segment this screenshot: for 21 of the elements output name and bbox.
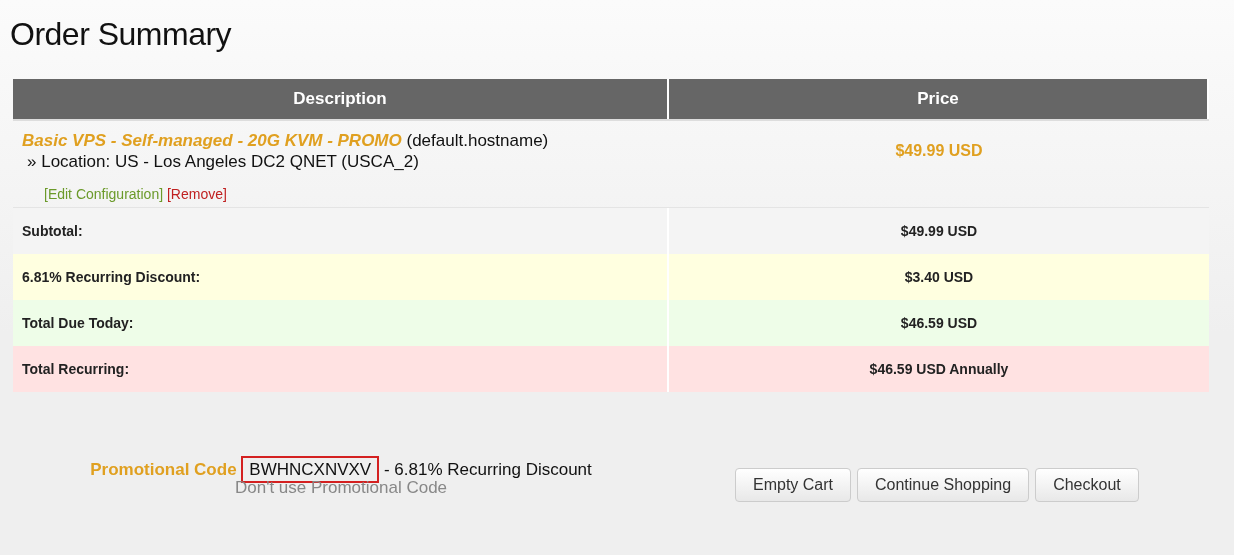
summary-value: $46.59 USD (900, 315, 978, 331)
remove-link[interactable]: [Remove] (166, 186, 227, 202)
page-title: Order Summary (9, 15, 233, 54)
column-header: Description (13, 79, 669, 119)
column-header: Price (669, 79, 1209, 119)
cart-button[interactable]: Checkout (1035, 468, 1139, 502)
promo-label: Promotional Code (90, 460, 237, 479)
summary-label: Subtotal: (22, 223, 83, 239)
item-price: $49.99 USD (895, 142, 983, 160)
product-option: » Location: US - Los Angeles DC2 QNET (USCA_2) (22, 152, 669, 172)
cart-button[interactable]: Empty Cart (735, 468, 851, 502)
summary-label: Total Recurring: (22, 361, 130, 377)
summary-label: 6.81% Recurring Discount: (22, 269, 201, 285)
summary-value: $3.40 USD (904, 269, 974, 285)
cart-button[interactable]: Continue Shopping (857, 468, 1030, 502)
summary-value: $49.99 USD (900, 223, 978, 239)
summary-value: $46.59 USD Annually (869, 361, 1009, 377)
hostname: (default.hostname) (406, 131, 549, 150)
product-name: Basic VPS - Self-managed - 20G KVM - PROMO (22, 131, 402, 150)
summary-label: Total Due Today: (22, 315, 134, 331)
promo-description: - 6.81% Recurring Discount (383, 460, 592, 479)
